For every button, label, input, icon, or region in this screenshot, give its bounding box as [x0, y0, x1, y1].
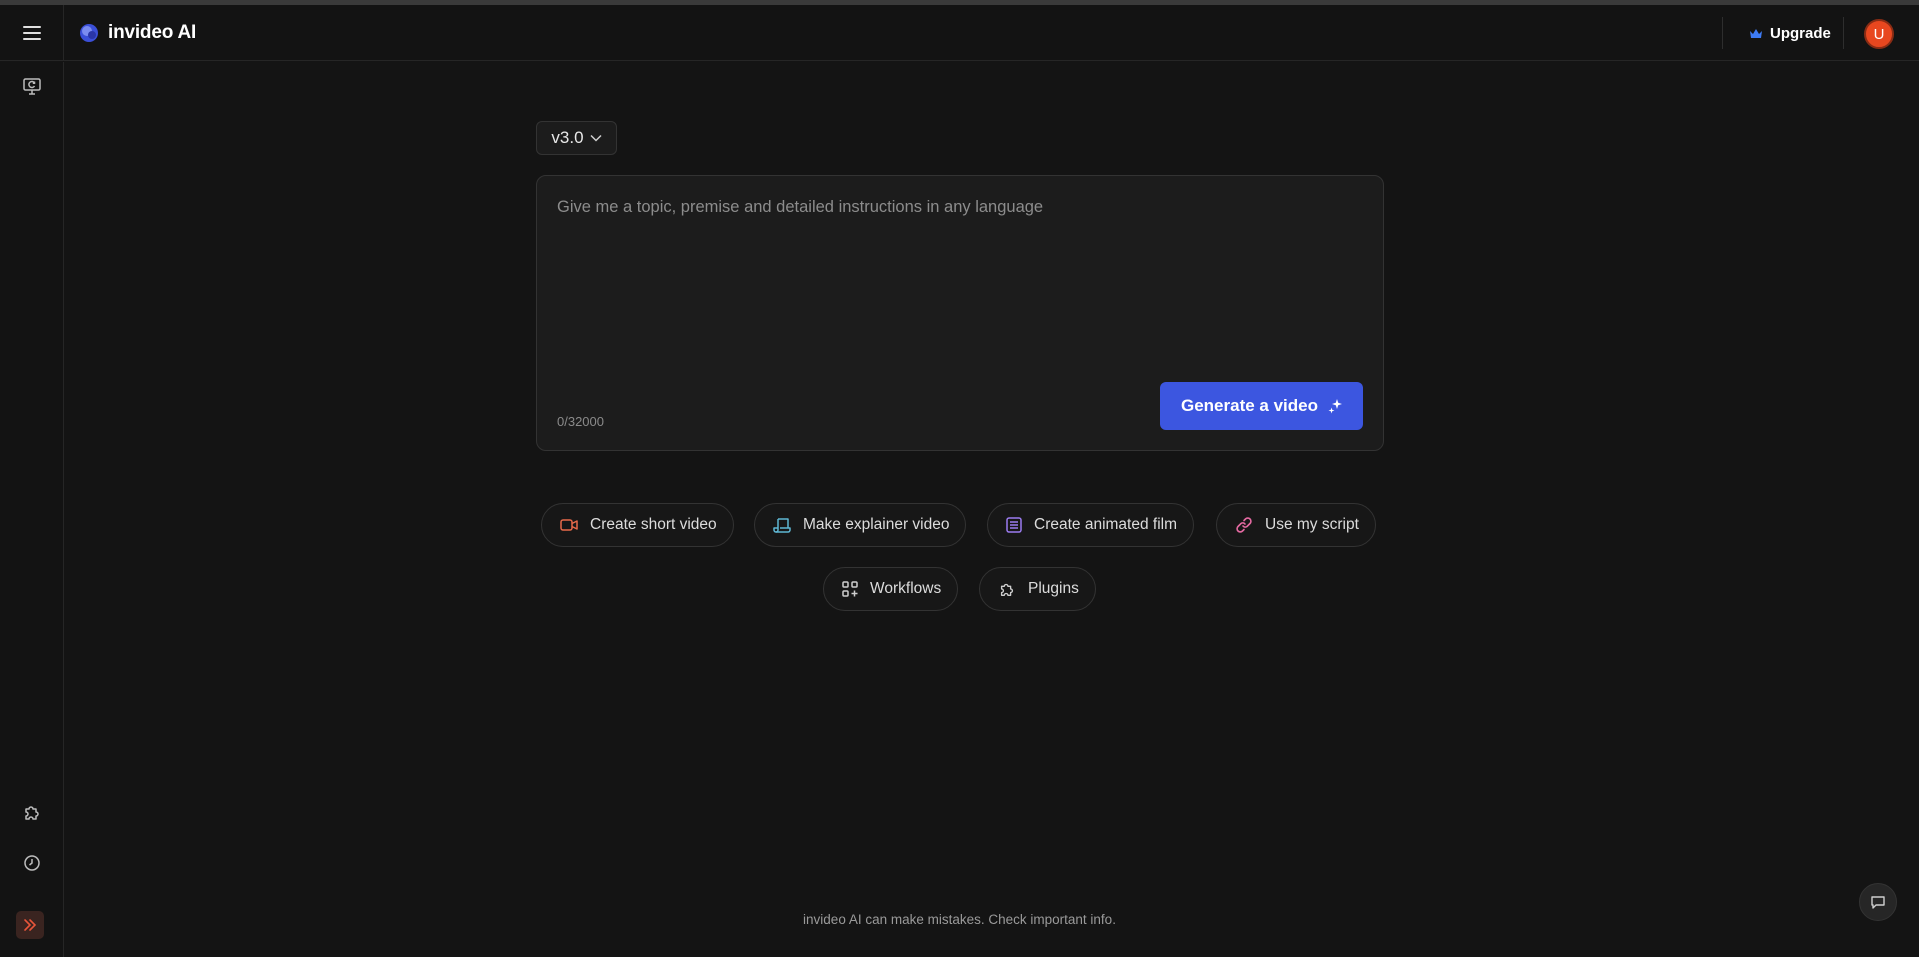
user-avatar[interactable]: U [1864, 19, 1894, 49]
hamburger-menu-button[interactable] [0, 5, 64, 61]
sidebar-projects-button[interactable] [16, 70, 48, 102]
generate-video-button[interactable]: Generate a video [1160, 382, 1363, 430]
generate-video-label: Generate a video [1180, 396, 1318, 415]
chip-plugins[interactable]: Plugins [979, 567, 1096, 611]
scroll-icon [773, 518, 791, 533]
monitor-refresh-icon [23, 78, 41, 95]
chip-make-explainer-video[interactable]: Make explainer video [754, 503, 967, 547]
puzzle-icon [25, 806, 39, 820]
puzzle-icon [1000, 583, 1014, 596]
disclaimer-text: invideo AI can make mistakes. Check impo… [803, 912, 1116, 927]
chip-label: Create animated film [1034, 516, 1178, 533]
header-divider [1843, 17, 1844, 49]
header-divider [1722, 17, 1723, 49]
chip-use-my-script[interactable]: Use my script [1216, 503, 1376, 547]
chip-label: Plugins [1028, 580, 1079, 597]
version-select[interactable]: v3.0 [536, 121, 617, 155]
hamburger-icon [22, 26, 41, 40]
chip-create-animated-film[interactable]: Create animated film [987, 503, 1195, 547]
document-lines-icon [1006, 517, 1022, 533]
sidebar-plugins-button[interactable] [16, 796, 48, 828]
grid-plus-icon [842, 581, 858, 597]
chip-label: Create short video [590, 516, 717, 533]
chat-support-button[interactable] [1859, 883, 1897, 921]
version-label: v3.0 [551, 128, 584, 147]
upgrade-label: Upgrade [1770, 24, 1831, 42]
brand-name: invideo AI [108, 22, 197, 43]
chip-create-short-video[interactable]: Create short video [541, 503, 734, 547]
chevron-down-icon [590, 134, 602, 142]
chip-label: Make explainer video [803, 516, 950, 533]
upgrade-button[interactable]: Upgrade [1743, 17, 1837, 49]
chip-label: Use my script [1265, 516, 1359, 533]
top-header: invideo AI Upgrade U [0, 5, 1919, 61]
video-camera-icon [560, 519, 578, 531]
chip-label: Workflows [870, 580, 942, 597]
history-icon [24, 855, 40, 871]
sidebar-history-button[interactable] [16, 847, 48, 879]
character-count: 0/32000 [557, 414, 604, 429]
brand-logo[interactable]: invideo AI [78, 5, 196, 61]
crown-icon [1750, 28, 1762, 38]
chip-workflows[interactable]: Workflows [823, 567, 959, 611]
link-icon [1236, 517, 1252, 533]
prompt-input[interactable] [557, 198, 1363, 348]
chat-bubble-icon [1871, 896, 1885, 909]
sparkle-icon [1328, 399, 1342, 414]
invideo-logo-icon [80, 24, 98, 42]
left-sidebar [0, 62, 64, 957]
